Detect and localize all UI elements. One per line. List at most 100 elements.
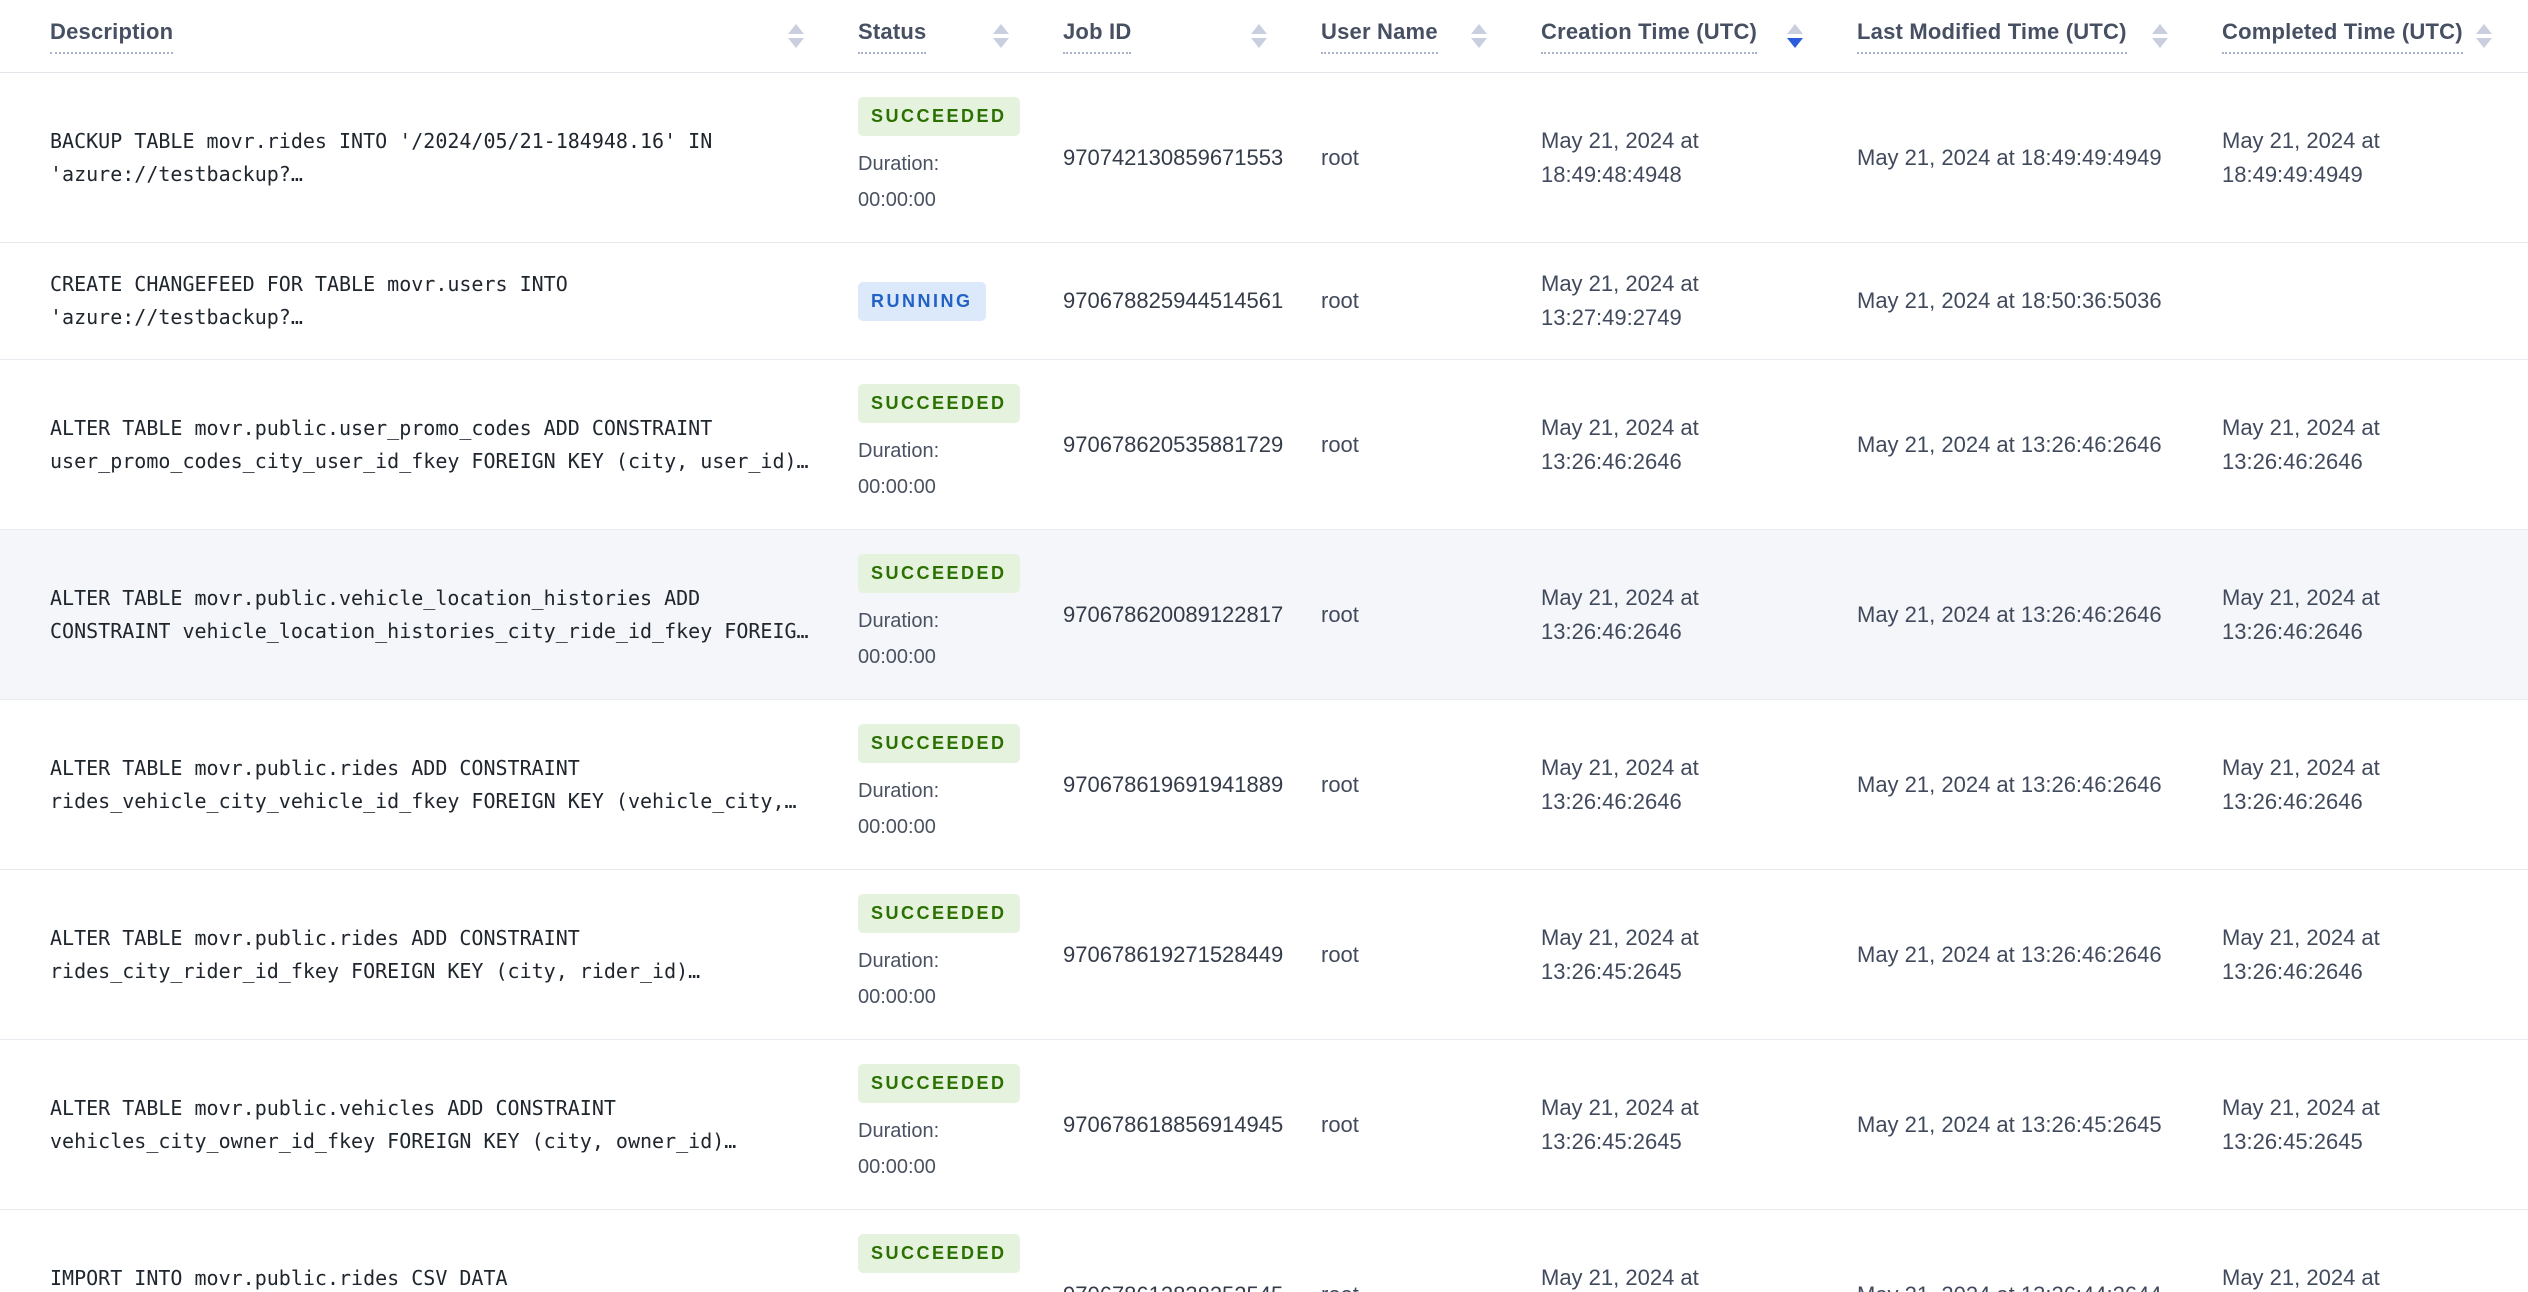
duration-value: 00:00:00 [858,816,936,838]
table-row[interactable]: CREATE CHANGEFEED FOR TABLE movr.users I… [0,242,2528,360]
job-description: IMPORT INTO movr.public.rides CSV DATA (… [50,1265,508,1290]
duration-label: Duration: [858,1283,1024,1292]
sort-up-icon [2476,24,2492,34]
duration-label: Duration: [858,1120,940,1142]
status-badge: SUCCEEDED [858,97,1020,136]
last-modified-time: May 21, 2024 at 13:26:46:2646 [1819,359,2184,530]
duration-label: Duration: [858,440,940,462]
user-name: root [1283,359,1503,530]
user-name: root [1283,1039,1503,1210]
table-row[interactable]: BACKUP TABLE movr.rides INTO '/2024/05/2… [0,73,2528,243]
jobs-table-header: Description Status Job ID User Name Crea… [0,0,2528,73]
status-badge: SUCCEEDED [858,384,1020,423]
sort-down-icon [788,38,804,48]
sort-up-icon [993,24,1009,34]
last-modified-time: May 21, 2024 at 13:26:46:2646 [1819,699,2184,870]
jobs-table: Description Status Job ID User Name Crea… [0,0,2528,1292]
sort-icon[interactable] [2476,24,2492,48]
job-id: 970678612838252545 [1025,1209,1283,1292]
creation-time: May 21, 2024 at 18:49:48:4948 [1541,127,1699,187]
sort-icon[interactable] [1787,24,1803,48]
sort-icon[interactable] [2152,24,2168,48]
column-header-last-modified-time[interactable]: Last Modified Time (UTC) [1819,0,2184,73]
status-badge: SUCCEEDED [858,1064,1020,1103]
job-id: 970678620535881729 [1025,359,1283,530]
table-row[interactable]: IMPORT INTO movr.public.rides CSV DATA (… [0,1209,2528,1292]
sort-icon[interactable] [1251,24,1267,48]
sort-down-icon [1471,38,1487,48]
creation-time: May 21, 2024 at 13:26:46:2646 [1503,359,1819,530]
completed-time: May 21, 2024 at 13:26:44:2644 [2184,1209,2528,1292]
creation-time: May 21, 2024 at 13:27:49:2749 [1503,242,1819,360]
column-header-status[interactable]: Status [820,0,1025,73]
last-modified-time: May 21, 2024 at 13:26:45:2645 [1819,1039,2184,1210]
jobs-table-body: BACKUP TABLE movr.rides INTO '/2024/05/2… [0,73,2528,1292]
duration-value: 00:00:00 [858,646,936,668]
duration-label: Duration: [858,153,940,175]
status-badge: SUCCEEDED [858,894,1020,933]
duration-value: 00:00:00 [858,189,936,211]
job-duration: Duration: 00:00:00 [858,1113,1024,1185]
user-name: root [1321,144,1359,170]
table-row[interactable]: ALTER TABLE movr.public.rides ADD CONSTR… [0,699,2528,870]
sort-up-icon [788,24,804,34]
column-header-completed-time[interactable]: Completed Time (UTC) [2184,0,2528,73]
job-description: BACKUP TABLE movr.rides INTO '/2024/05/2… [50,128,713,186]
status-badge: SUCCEEDED [858,724,1020,763]
last-modified-time: May 21, 2024 at 13:26:44:2644 [1819,1209,2184,1292]
completed-time: May 21, 2024 at 13:26:45:2645 [2184,1039,2528,1210]
last-modified-time: May 21, 2024 at 13:26:46:2646 [1819,529,2184,700]
creation-time: May 21, 2024 at 13:26:46:2646 [1503,529,1819,700]
status-badge: RUNNING [858,281,986,321]
job-duration: Duration: 00:00:00 [858,603,1024,675]
creation-time: May 21, 2024 at 13:26:45:2645 [1503,1039,1819,1210]
column-header-job-id[interactable]: Job ID [1025,0,1283,73]
sort-up-icon [2152,24,2168,34]
duration-label: Duration: [858,950,940,972]
table-row[interactable]: ALTER TABLE movr.public.vehicle_location… [0,529,2528,700]
sort-down-icon [1251,38,1267,48]
column-header-creation-time[interactable]: Creation Time (UTC) [1503,0,1819,73]
table-row[interactable]: ALTER TABLE movr.public.rides ADD CONSTR… [0,869,2528,1040]
job-duration: Duration: 00:00:00 [858,943,1024,1015]
job-id: 970678618856914945 [1025,1039,1283,1210]
user-name: root [1283,529,1503,700]
job-description: ALTER TABLE movr.public.rides ADD CONSTR… [50,755,797,813]
column-header-user-name[interactable]: User Name [1283,0,1503,73]
sort-down-icon [993,38,1009,48]
job-description: ALTER TABLE movr.public.vehicles ADD CON… [50,1095,737,1153]
table-row[interactable]: ALTER TABLE movr.public.user_promo_codes… [0,359,2528,530]
duration-value: 00:00:00 [858,1156,936,1178]
sort-down-icon [2476,38,2492,48]
sort-up-icon [1471,24,1487,34]
column-header-description[interactable]: Description [0,0,820,73]
sort-icon[interactable] [788,24,804,48]
last-modified-time: May 21, 2024 at 18:50:36:5036 [1819,242,2184,360]
duration-label: Duration: [858,610,940,632]
job-id: 970678619271528449 [1025,869,1283,1040]
completed-time: May 21, 2024 at 13:26:46:2646 [2184,869,2528,1040]
sort-up-icon [1251,24,1267,34]
job-description: ALTER TABLE movr.public.user_promo_codes… [50,415,809,473]
completed-time [2184,242,2528,360]
creation-time: May 21, 2024 at 13:26:46:2646 [1503,699,1819,870]
sort-icon[interactable] [993,24,1009,48]
header-row: Description Status Job ID User Name Crea… [0,0,2528,73]
sort-icon[interactable] [1471,24,1487,48]
user-name: root [1283,699,1503,870]
table-row[interactable]: ALTER TABLE movr.public.vehicles ADD CON… [0,1039,2528,1210]
duration-label: Duration: [858,780,940,802]
creation-time: May 21, 2024 at 13:26:43:2643 [1503,1209,1819,1292]
last-modified-time: May 21, 2024 at 18:49:49:4949 [1857,144,2162,170]
sort-down-icon [2152,38,2168,48]
job-description: CREATE CHANGEFEED FOR TABLE movr.users I… [50,272,568,329]
sort-down-icon [1787,38,1803,48]
status-badge: SUCCEEDED [858,1234,1020,1273]
job-description: ALTER TABLE movr.public.rides ADD CONSTR… [50,925,701,983]
sort-up-icon [1787,24,1803,34]
last-modified-time: May 21, 2024 at 13:26:46:2646 [1819,869,2184,1040]
user-name: root [1283,242,1503,360]
creation-time: May 21, 2024 at 13:26:45:2645 [1503,869,1819,1040]
job-duration: Duration: 00:00:00 [858,433,1024,505]
job-description: ALTER TABLE movr.public.vehicle_location… [50,585,809,643]
